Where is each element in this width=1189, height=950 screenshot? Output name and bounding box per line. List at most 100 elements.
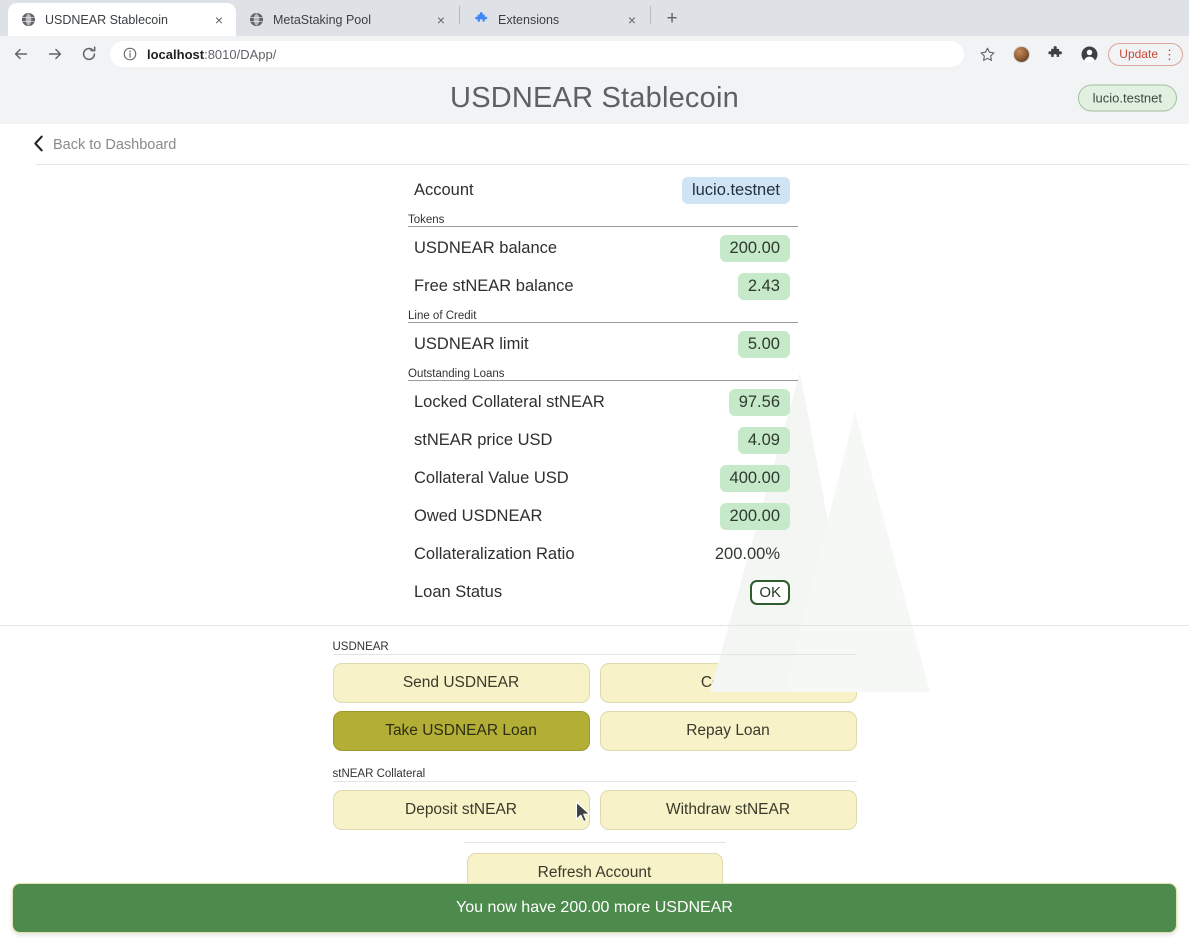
address-bar[interactable]: localhost:8010/DApp/	[110, 41, 965, 67]
close-icon[interactable]: ×	[210, 11, 228, 29]
row-collateralization-ratio: Collateralization Ratio 200.00%	[408, 535, 790, 573]
row-label: Account	[414, 180, 474, 199]
take-usdnear-loan-button[interactable]: Take USDNEAR Loan	[332, 711, 590, 751]
deposit-stnear-button[interactable]: Deposit stNEAR	[332, 790, 590, 830]
browser-window: USDNEAR Stablecoin × MetaStaking Pool ×	[0, 0, 1189, 950]
row-value: 200.00	[719, 502, 790, 530]
back-icon[interactable]	[6, 39, 36, 69]
forward-icon[interactable]	[40, 39, 70, 69]
new-tab-button[interactable]: +	[658, 5, 686, 33]
browser-toolbar: localhost:8010/DApp/ Update ⋮	[0, 36, 1189, 72]
chevron-left-icon	[33, 135, 44, 155]
url-host: localhost	[147, 46, 205, 62]
convert-button[interactable]: Convert	[599, 663, 857, 703]
tab-metastaking-pool[interactable]: MetaStaking Pool ×	[236, 3, 458, 36]
update-button[interactable]: Update ⋮	[1108, 42, 1183, 66]
button-row: Take USDNEAR Loan Repay Loan	[332, 711, 857, 751]
section-divider	[408, 226, 798, 227]
group-stnear-collateral: stNEAR Collateral	[332, 763, 857, 782]
toast-message: You now have 200.00 more USDNEAR	[456, 899, 733, 916]
tab-strip: USDNEAR Stablecoin × MetaStaking Pool ×	[0, 0, 1189, 36]
row-label: USDNEAR limit	[414, 334, 529, 353]
row-label: Free stNEAR balance	[414, 276, 574, 295]
row-label: Locked Collateral stNEAR	[414, 392, 605, 411]
tab-separator	[650, 5, 651, 24]
tab-usdnear-stablecoin[interactable]: USDNEAR Stablecoin ×	[8, 3, 236, 36]
row-value: 5.00	[737, 330, 790, 358]
row-collateral-value-usd: Collateral Value USD 400.00	[408, 459, 790, 497]
section-divider	[408, 380, 798, 381]
profile-photo-icon[interactable]	[1007, 40, 1035, 68]
row-usdnear-balance: USDNEAR balance 200.00	[408, 229, 790, 267]
globe-icon	[20, 12, 36, 28]
row-value: 400.00	[719, 464, 790, 492]
url-path: :8010/DApp/	[204, 46, 277, 62]
star-icon[interactable]	[973, 40, 1001, 68]
row-label: stNEAR price USD	[414, 430, 553, 449]
row-value: 4.09	[737, 426, 790, 454]
section-outstanding-loans: Outstanding Loans	[408, 363, 798, 381]
group-divider	[332, 654, 857, 655]
row-value: 200.00	[719, 234, 790, 262]
row-label: Collateral Value USD	[414, 468, 569, 487]
reload-icon[interactable]	[74, 39, 104, 69]
row-loan-status: Loan Status OK	[408, 573, 790, 611]
back-link-label: Back to Dashboard	[53, 136, 177, 153]
row-account: Account lucio.testnet	[408, 171, 790, 209]
section-label: Outstanding Loans	[408, 368, 509, 380]
send-usdnear-button[interactable]: Send USDNEAR	[332, 663, 590, 703]
extensions-puzzle-icon[interactable]	[1041, 40, 1069, 68]
puzzle-icon	[473, 12, 489, 28]
account-value: lucio.testnet	[681, 176, 790, 204]
button-row: Deposit stNEAR Withdraw stNEAR	[332, 790, 857, 830]
actions-area: USDNEAR Send USDNEAR Convert Take USDNEA…	[0, 626, 1189, 893]
withdraw-stnear-button[interactable]: Withdraw stNEAR	[599, 790, 857, 830]
update-label: Update	[1119, 47, 1158, 61]
page-content: USDNEAR Stablecoin lucio.testnet Back to…	[0, 72, 1189, 950]
button-row: Send USDNEAR Convert	[332, 663, 857, 703]
row-usdnear-limit: USDNEAR limit 5.00	[408, 325, 790, 363]
group-divider	[332, 781, 857, 782]
url-text: localhost:8010/DApp/	[147, 47, 276, 62]
section-divider	[408, 322, 798, 323]
app-header: USDNEAR Stablecoin lucio.testnet	[0, 72, 1189, 124]
row-label: Owed USDNEAR	[414, 506, 543, 525]
row-stnear-price-usd: stNEAR price USD 4.09	[408, 421, 790, 459]
row-label: Loan Status	[414, 582, 503, 601]
section-label: Tokens	[408, 214, 449, 226]
group-label: stNEAR Collateral	[332, 768, 431, 780]
panel-divider	[0, 625, 1189, 626]
tab-separator	[459, 5, 460, 24]
tab-title: MetaStaking Pool	[273, 12, 371, 27]
group-usdnear: USDNEAR	[332, 636, 857, 655]
close-icon[interactable]: ×	[623, 11, 641, 29]
row-value: 200.00%	[714, 544, 780, 563]
row-locked-collateral-stnear: Locked Collateral stNEAR 97.56	[408, 383, 790, 421]
page-title: USDNEAR Stablecoin	[450, 81, 739, 114]
section-tokens: Tokens	[408, 209, 798, 227]
tab-title: Extensions	[498, 12, 560, 27]
status-badge: OK	[750, 579, 790, 605]
row-label: Collateralization Ratio	[414, 544, 575, 563]
row-value: 2.43	[737, 272, 790, 300]
account-badge[interactable]: lucio.testnet	[1077, 84, 1177, 112]
account-panel: Account lucio.testnet Tokens USDNEAR bal…	[0, 165, 1189, 626]
row-owed-usdnear: Owed USDNEAR 200.00	[408, 497, 790, 535]
globe-icon	[248, 12, 264, 28]
account-person-icon[interactable]	[1075, 40, 1103, 68]
back-to-dashboard-link[interactable]: Back to Dashboard	[0, 124, 1189, 165]
close-icon[interactable]: ×	[432, 11, 450, 29]
section-line-of-credit: Line of Credit	[408, 305, 798, 323]
tab-title: USDNEAR Stablecoin	[45, 12, 168, 27]
row-label: USDNEAR balance	[414, 238, 558, 257]
section-label: Line of Credit	[408, 310, 481, 322]
success-toast[interactable]: You now have 200.00 more USDNEAR	[12, 883, 1177, 933]
tab-extensions[interactable]: Extensions ×	[461, 3, 649, 36]
more-menu-icon[interactable]: ⋮	[1163, 48, 1176, 61]
row-free-stnear-balance: Free stNEAR balance 2.43	[408, 267, 790, 305]
info-circle-icon[interactable]	[122, 46, 138, 62]
group-label: USDNEAR	[332, 641, 394, 653]
row-value: 97.56	[728, 388, 790, 416]
repay-loan-button[interactable]: Repay Loan	[599, 711, 857, 751]
refresh-divider	[463, 842, 726, 843]
